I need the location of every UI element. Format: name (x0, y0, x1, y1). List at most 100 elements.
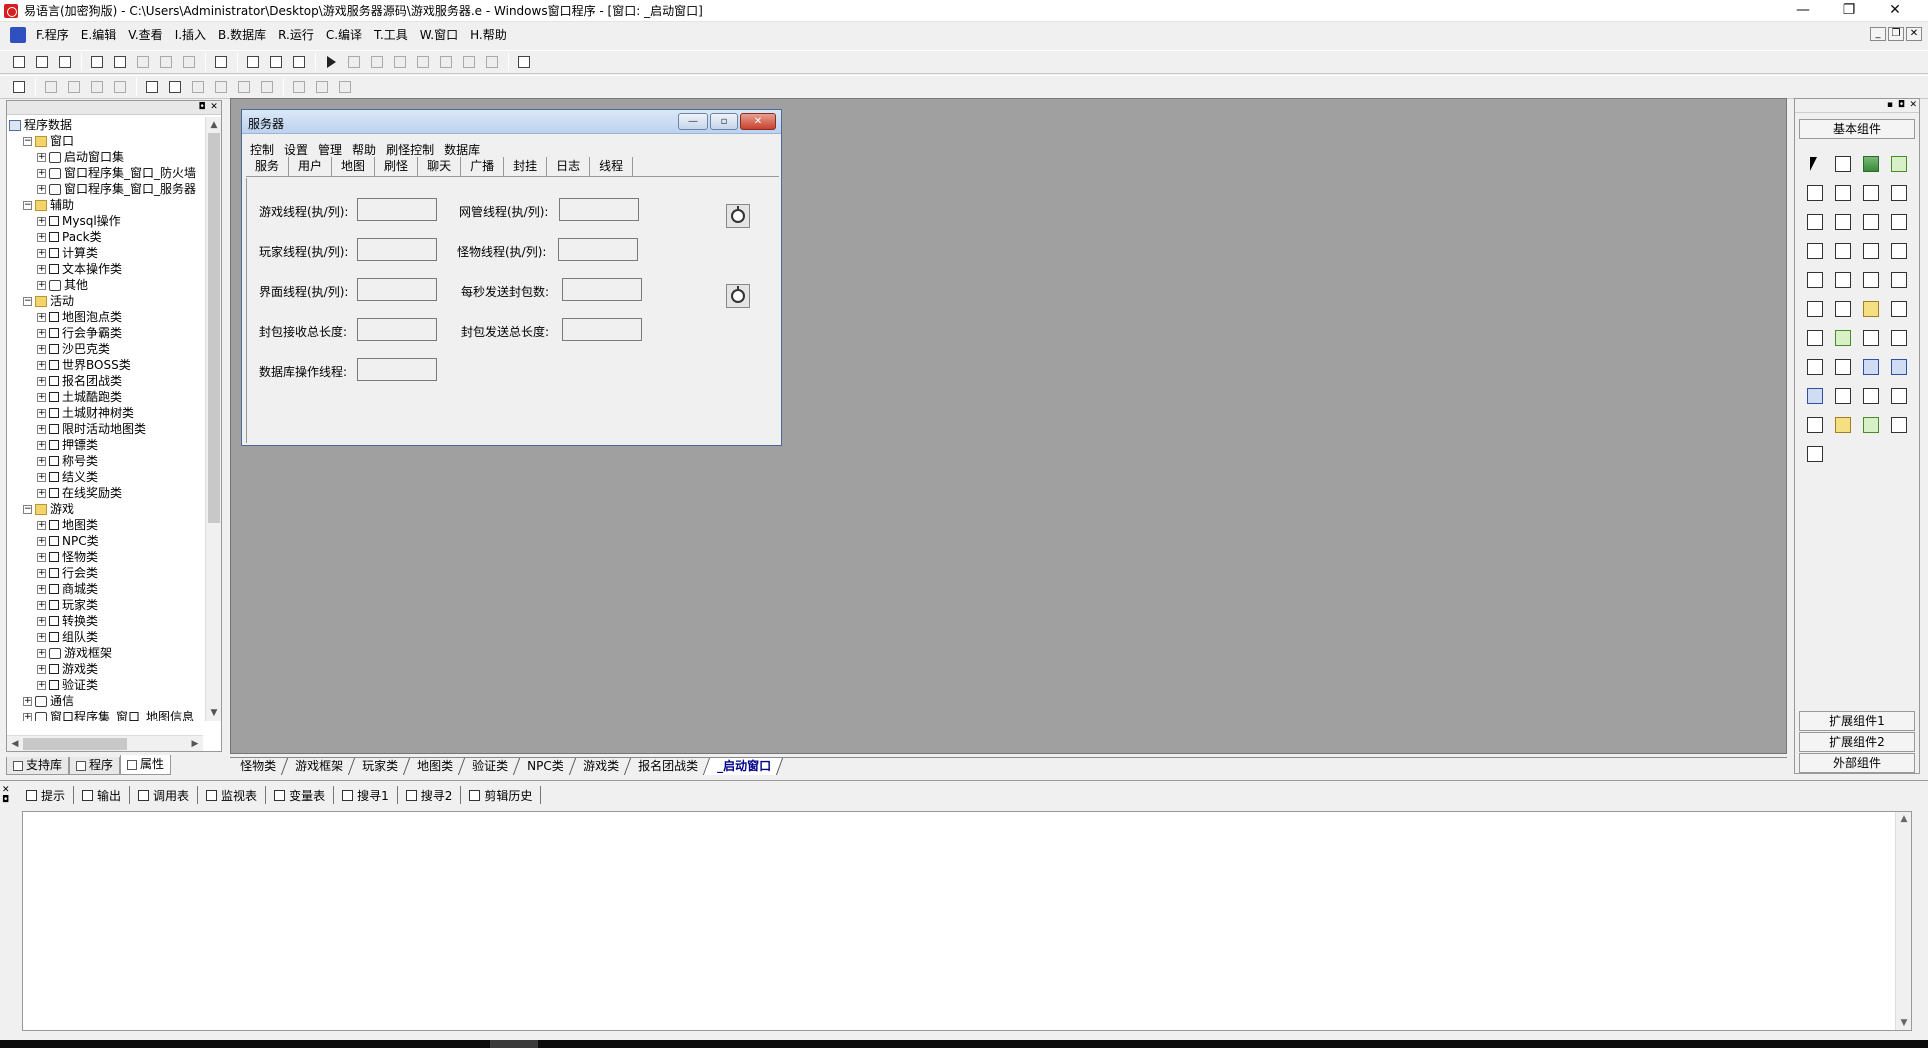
scroll-thumb[interactable] (208, 133, 220, 523)
redo-icon[interactable] (155, 52, 177, 72)
combobox-icon[interactable] (1857, 207, 1885, 236)
tab-users[interactable]: 用户 (289, 157, 333, 176)
drag-icon[interactable] (1829, 381, 1857, 410)
same-height-icon[interactable] (210, 77, 232, 97)
space-horizontal-icon[interactable] (233, 77, 255, 97)
tree-node[interactable]: + 限时活动地图类 (7, 421, 203, 437)
menu-compile[interactable]: C.编译 (320, 22, 368, 48)
run-to-cursor-icon[interactable] (435, 52, 457, 72)
expand-icon[interactable]: + (37, 232, 46, 242)
doc-tab[interactable]: 游戏类 (569, 758, 631, 775)
tree-node[interactable]: + 沙巴克类 (7, 341, 203, 357)
tree-node[interactable]: + 土城财神树类 (7, 405, 203, 421)
menu-run[interactable]: R.运行 (272, 22, 320, 48)
tab-call-stack[interactable]: 调用表 (130, 786, 199, 804)
expand-icon[interactable]: + (37, 360, 46, 370)
tab-clip-history[interactable]: 剪辑历史 (461, 786, 542, 804)
doc-tab[interactable]: 玩家类 (348, 758, 411, 775)
close-button[interactable]: ✕ (1872, 0, 1918, 22)
tab-search2[interactable]: 搜寻2 (398, 786, 462, 804)
tree-node[interactable]: − 活动 (7, 293, 203, 309)
tree-node[interactable]: 程序数据 (7, 117, 203, 133)
designed-maximize-icon[interactable]: ▫ (710, 113, 738, 130)
center-vertical-icon[interactable] (164, 77, 186, 97)
tab-properties[interactable]: 属性 (120, 755, 172, 775)
tab-anticheat[interactable]: 封挂 (504, 157, 548, 176)
expand-icon[interactable]: + (23, 712, 32, 721)
tree-node[interactable]: + 行会类 (7, 565, 203, 581)
group-box-icon[interactable] (1829, 178, 1857, 207)
doc-tab[interactable]: 游戏框架 (281, 758, 356, 775)
doc-tab[interactable]: 验证类 (458, 758, 521, 775)
tree-node[interactable]: − 游戏 (7, 501, 203, 517)
tree-node[interactable]: + 其他 (7, 277, 203, 293)
tree-node[interactable]: + 地图泡点类 (7, 309, 203, 325)
label-icon[interactable] (1829, 149, 1857, 178)
menu-database[interactable]: B.数据库 (212, 22, 272, 48)
tab-variables[interactable]: 变量表 (266, 786, 335, 804)
program-tree[interactable]: 程序数据 − 窗口 + 启动窗口集 + 窗口程序集_窗口_防火墙 + 窗口程序集_窗口_服务器 −… (7, 117, 203, 721)
taskbar-active-app[interactable] (490, 1040, 538, 1048)
button-icon[interactable] (1829, 294, 1857, 323)
expand-icon[interactable]: + (37, 440, 46, 450)
new-file-icon[interactable] (8, 52, 30, 72)
menu-edit[interactable]: E.编辑 (75, 22, 122, 48)
doc-tab[interactable]: 报名团战类 (624, 758, 710, 775)
tree-node[interactable]: + 窗口程序集_窗口_防火墙 (7, 165, 203, 181)
progress-icon[interactable] (1885, 236, 1913, 265)
space-vertical-icon[interactable] (256, 77, 278, 97)
designed-menu-database[interactable]: 数据库 (444, 141, 480, 158)
panel-close-icon[interactable]: ✕ (209, 102, 219, 112)
tree-node[interactable]: + 玩家类 (7, 597, 203, 613)
scroll-left-icon[interactable]: ◀ (7, 736, 23, 752)
maximize-button[interactable]: ❐ (1826, 0, 1872, 22)
layout-full-icon[interactable] (288, 52, 310, 72)
scroll-down-icon[interactable]: ▼ (1896, 1018, 1912, 1028)
odbc-source-icon[interactable] (1801, 439, 1829, 468)
data-source-icon[interactable] (1857, 381, 1885, 410)
panel-menu-icon[interactable]: ▪ (1887, 100, 1893, 110)
paste-icon[interactable] (132, 52, 154, 72)
tab-hints[interactable]: 提示 (18, 786, 75, 804)
expand-icon[interactable]: + (37, 328, 46, 338)
center-horizontal-icon[interactable] (141, 77, 163, 97)
same-width-icon[interactable] (187, 77, 209, 97)
gif-icon[interactable] (1857, 294, 1885, 323)
output-text-area[interactable]: ▲ ▼ (22, 811, 1912, 1031)
expand-icon[interactable]: + (37, 568, 46, 578)
ui-threads-field[interactable] (357, 278, 437, 301)
tree-node[interactable]: + 地图类 (7, 517, 203, 533)
tab-broadcast[interactable]: 广播 (461, 157, 505, 176)
doc-tab[interactable]: NPC类 (513, 758, 576, 775)
scroll-up-icon[interactable]: ▲ (206, 117, 222, 133)
layout-left-icon[interactable] (242, 52, 264, 72)
chart-icon[interactable] (1801, 323, 1829, 352)
designed-menu-spawn-control[interactable]: 刷怪控制 (386, 141, 434, 158)
table-icon[interactable] (1885, 323, 1913, 352)
about-icon[interactable] (513, 52, 535, 72)
expand-icon[interactable]: + (37, 520, 46, 530)
expand-icon[interactable]: + (37, 616, 46, 626)
expand-icon[interactable]: + (37, 344, 46, 354)
tree-node[interactable]: + 文本操作类 (7, 261, 203, 277)
mdi-minimize-icon[interactable]: _ (1870, 27, 1886, 41)
tab-library[interactable]: 支持库 (6, 757, 70, 775)
expand-icon[interactable]: + (37, 216, 46, 226)
mdi-close-icon[interactable]: ✕ (1906, 27, 1922, 41)
tab-service[interactable]: 服务 (246, 157, 290, 176)
tab-icon[interactable] (1829, 265, 1857, 294)
expand-icon[interactable]: + (37, 648, 46, 658)
picture-icon[interactable] (1857, 149, 1885, 178)
designed-window[interactable]: 服务器 — ▫ ✕ 控制 设置 管理 帮助 刷怪控制 数据库 服务 用户 地图 … (241, 109, 782, 446)
grid-table-icon[interactable] (1885, 381, 1913, 410)
packets-per-sec-field[interactable] (562, 278, 642, 301)
stop-icon[interactable] (343, 52, 365, 72)
db-threads-field[interactable] (357, 358, 437, 381)
tab-map[interactable]: 地图 (332, 157, 376, 176)
copy-icon[interactable] (109, 52, 131, 72)
panel-pin-icon[interactable]: ◘ (1898, 100, 1905, 110)
expand-icon[interactable]: + (37, 280, 46, 290)
tree-node[interactable]: + 组队类 (7, 629, 203, 645)
layout-bottom-icon[interactable] (265, 52, 287, 72)
designed-menu-control[interactable]: 控制 (250, 141, 274, 158)
